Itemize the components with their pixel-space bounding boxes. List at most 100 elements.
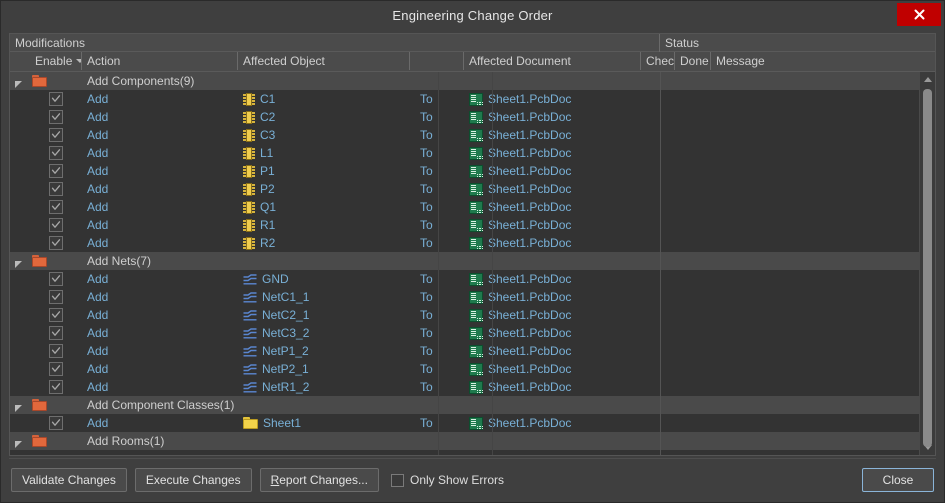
column-header-done[interactable]: Done (675, 52, 711, 70)
row-enable-cell[interactable] (30, 108, 82, 126)
row-enable-cell[interactable] (30, 270, 82, 288)
enable-checkbox[interactable] (49, 344, 63, 358)
column-header-enable[interactable]: Enable (30, 52, 82, 70)
table-row[interactable]: Add P2 To Sheet1.PcbDoc (10, 180, 919, 198)
row-enable-cell[interactable] (30, 216, 82, 234)
column-header-to[interactable] (410, 52, 464, 70)
row-spacer-cell (10, 162, 30, 180)
table-row[interactable]: Add NetP2_1 To Sheet1.PcbDoc (10, 360, 919, 378)
group-expander-cell[interactable] (10, 72, 30, 90)
scrollbar-up-button[interactable] (920, 72, 935, 87)
table-row[interactable]: Add NetR1_2 To Sheet1.PcbDoc (10, 378, 919, 396)
enable-checkbox[interactable] (49, 362, 63, 376)
row-message-cell (711, 234, 919, 252)
expand-collapse-triangle-icon[interactable] (14, 437, 23, 448)
table-row[interactable]: Add NetP1_2 To Sheet1.PcbDoc (10, 342, 919, 360)
enable-checkbox[interactable] (49, 218, 63, 232)
table-group-row[interactable]: Add Component Classes(1) (10, 396, 919, 414)
enable-checkbox[interactable] (49, 272, 63, 286)
enable-checkbox[interactable] (49, 146, 63, 160)
close-button[interactable]: Close (862, 468, 934, 492)
row-enable-cell[interactable] (30, 126, 82, 144)
table-row[interactable]: Add Q1 To Sheet1.PcbDoc (10, 198, 919, 216)
group-expander-cell[interactable] (10, 252, 30, 270)
table-row[interactable]: Add NetC2_1 To Sheet1.PcbDoc (10, 306, 919, 324)
table-row[interactable]: Add R2 To Sheet1.PcbDoc (10, 234, 919, 252)
report-changes-button[interactable]: Report Changes... (259, 468, 379, 492)
enable-checkbox[interactable] (49, 164, 63, 178)
row-enable-cell[interactable] (30, 342, 82, 360)
group-label: Add Component Classes(1) (87, 398, 235, 412)
column-header-action[interactable]: Action (82, 52, 238, 70)
row-action-cell: Add (87, 236, 109, 250)
group-folder-cell (30, 396, 82, 414)
group-header-modifications[interactable]: Modifications (10, 34, 660, 52)
row-done-cell (675, 216, 711, 234)
expand-collapse-triangle-icon[interactable] (14, 77, 23, 88)
column-header-message[interactable]: Message (711, 52, 935, 70)
expand-collapse-triangle-icon[interactable] (14, 401, 23, 412)
group-expander-cell[interactable] (10, 396, 30, 414)
table-row[interactable]: Add C3 To Sheet1.PcbDoc (10, 126, 919, 144)
table-row[interactable]: Add Sheet1 To Sheet1.PcbDoc (10, 414, 919, 432)
table-row[interactable]: Add R1 To Sheet1.PcbDoc (10, 216, 919, 234)
row-enable-cell[interactable] (30, 324, 82, 342)
row-enable-cell[interactable] (30, 234, 82, 252)
table-row[interactable]: Add L1 To Sheet1.PcbDoc (10, 144, 919, 162)
row-spacer-cell (10, 270, 30, 288)
table-group-row[interactable]: Add Components(9) (10, 72, 919, 90)
table-row[interactable]: Add GND To Sheet1.PcbDoc (10, 270, 919, 288)
enable-checkbox[interactable] (49, 308, 63, 322)
enable-checkbox[interactable] (49, 236, 63, 250)
row-action-cell: Add (87, 92, 109, 106)
column-header-affected-document[interactable]: Affected Document (464, 52, 641, 70)
row-action-cell: Add (87, 182, 109, 196)
row-done-cell (675, 360, 711, 378)
vertical-scrollbar[interactable] (919, 72, 935, 455)
column-header-check[interactable]: Check (641, 52, 675, 70)
table-row[interactable]: Add NetC1_1 To Sheet1.PcbDoc (10, 288, 919, 306)
scrollbar-track[interactable] (920, 87, 935, 447)
enable-checkbox[interactable] (49, 326, 63, 340)
expand-collapse-triangle-icon[interactable] (14, 257, 23, 268)
enable-checkbox[interactable] (49, 380, 63, 394)
validate-changes-button[interactable]: Validate Changes (11, 468, 127, 492)
pcbdoc-icon (469, 236, 483, 250)
row-enable-cell[interactable] (30, 288, 82, 306)
enable-checkbox[interactable] (49, 110, 63, 124)
table-group-row[interactable]: Add Nets(7) (10, 252, 919, 270)
scrollbar-thumb[interactable] (923, 89, 932, 447)
group-expander-cell[interactable] (10, 432, 30, 450)
row-enable-cell[interactable] (30, 414, 82, 432)
table-group-row[interactable]: Add Rooms(1) (10, 432, 919, 450)
only-show-errors-box[interactable] (390, 473, 404, 487)
enable-checkbox[interactable] (49, 200, 63, 214)
row-done-cell (675, 108, 711, 126)
enable-checkbox[interactable] (49, 290, 63, 304)
row-action-cell: Add (87, 164, 109, 178)
column-header-affected-object[interactable]: Affected Object (238, 52, 410, 70)
execute-changes-button[interactable]: Execute Changes (134, 468, 252, 492)
row-enable-cell[interactable] (30, 90, 82, 108)
group-folder-cell (30, 72, 82, 90)
enable-checkbox[interactable] (49, 416, 63, 430)
only-show-errors-checkbox[interactable]: Only Show Errors (390, 473, 504, 487)
row-enable-cell[interactable] (30, 162, 82, 180)
group-header-status[interactable]: Status (660, 34, 935, 52)
row-enable-cell[interactable] (30, 144, 82, 162)
row-enable-cell[interactable] (30, 360, 82, 378)
window-close-button[interactable] (897, 3, 941, 26)
enable-checkbox[interactable] (49, 128, 63, 142)
row-enable-cell[interactable] (30, 306, 82, 324)
enable-checkbox[interactable] (49, 92, 63, 106)
row-enable-cell[interactable] (30, 198, 82, 216)
row-enable-cell[interactable] (30, 180, 82, 198)
table-row[interactable]: Add P1 To Sheet1.PcbDoc (10, 162, 919, 180)
table-row[interactable]: Add C2 To Sheet1.PcbDoc (10, 108, 919, 126)
table-row[interactable]: Add C1 To Sheet1.PcbDoc (10, 90, 919, 108)
row-enable-cell[interactable] (30, 378, 82, 396)
folder-icon (32, 399, 47, 411)
enable-checkbox[interactable] (49, 182, 63, 196)
table-row[interactable]: Add NetC3_2 To Sheet1.PcbDoc (10, 324, 919, 342)
row-action-cell: Add (87, 110, 109, 124)
